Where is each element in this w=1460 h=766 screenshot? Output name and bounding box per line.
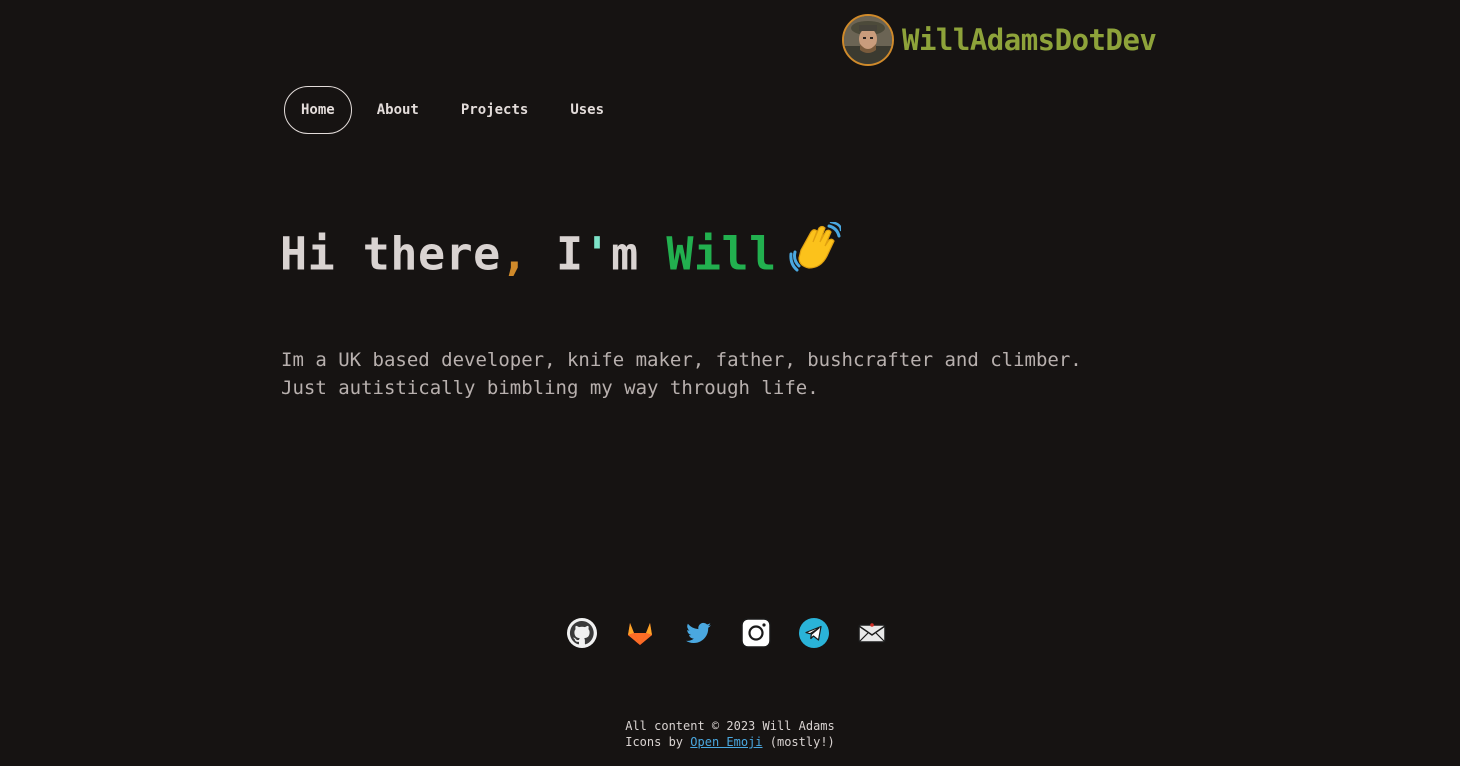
nav-item-uses[interactable]: Uses bbox=[553, 86, 621, 134]
intro-text: Im a UK based developer, knife maker, fa… bbox=[281, 346, 1161, 402]
footer-credits: Icons by Open Emoji (mostly!) bbox=[0, 734, 1460, 750]
brand-name: WillAdamsDotDev bbox=[902, 23, 1157, 57]
email-icon[interactable] bbox=[856, 617, 888, 649]
nav-item-home[interactable]: Home bbox=[284, 86, 352, 134]
footer-copyright: All content © 2023 Will Adams bbox=[625, 719, 835, 733]
brand-link[interactable]: WillAdamsDotDev bbox=[842, 14, 1157, 66]
github-icon[interactable] bbox=[566, 617, 598, 649]
footer: All content © 2023 Will Adams Icons by O… bbox=[0, 718, 1460, 750]
instagram-icon[interactable] bbox=[740, 617, 772, 649]
greeting-apostrophe: ' bbox=[583, 227, 612, 281]
footer-icons-prefix: Icons by bbox=[625, 735, 691, 749]
greeting-m: m bbox=[611, 227, 639, 281]
nav-item-about[interactable]: About bbox=[360, 86, 436, 134]
intro-line-1: Im a UK based developer, knife maker, fa… bbox=[281, 349, 1082, 371]
twitter-icon[interactable] bbox=[682, 617, 714, 649]
waving-hand-icon bbox=[789, 220, 842, 285]
open-emoji-link[interactable]: Open Emoji bbox=[690, 735, 762, 749]
intro-line-2: Just autistically bimbling my way throug… bbox=[281, 377, 819, 399]
greeting-hi: Hi there bbox=[280, 227, 501, 281]
greeting-comma: , bbox=[500, 227, 529, 281]
main-nav: Home About Projects Uses bbox=[284, 86, 621, 134]
greeting-i: I bbox=[555, 227, 584, 281]
hero-name: Will bbox=[666, 227, 777, 281]
hero-title: Hi there, I'm Will bbox=[280, 220, 842, 289]
avatar bbox=[842, 14, 894, 66]
telegram-icon[interactable] bbox=[798, 617, 830, 649]
gitlab-icon[interactable] bbox=[624, 617, 656, 649]
social-links bbox=[566, 617, 888, 649]
nav-item-projects[interactable]: Projects bbox=[444, 86, 545, 134]
footer-icons-suffix: (mostly!) bbox=[762, 735, 835, 749]
